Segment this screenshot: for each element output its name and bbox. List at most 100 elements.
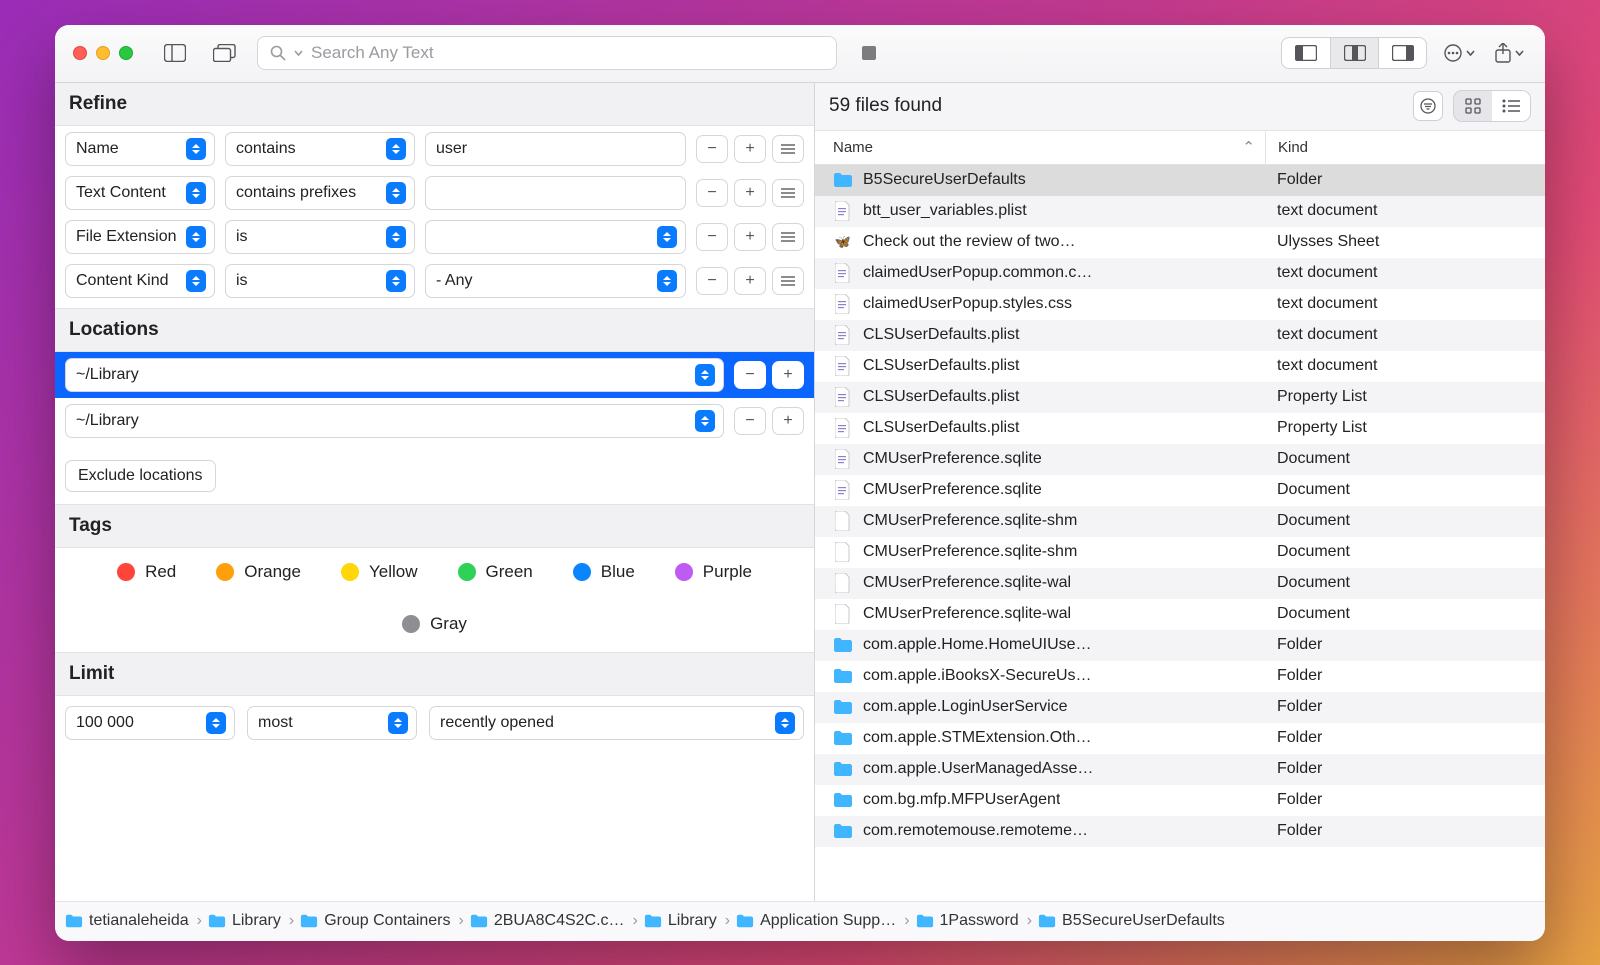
file-row[interactable]: CLSUserDefaults.plisttext document bbox=[815, 320, 1545, 351]
path-crumb[interactable]: Group Containers› bbox=[300, 912, 466, 930]
results-panel: 59 files found Name ⌃ bbox=[815, 83, 1545, 901]
file-row[interactable]: CLSUserDefaults.plistProperty List bbox=[815, 382, 1545, 413]
file-row[interactable]: com.remotemouse.remoteme…Folder bbox=[815, 816, 1545, 847]
file-row[interactable]: com.apple.iBooksX-SecureUs…Folder bbox=[815, 661, 1545, 692]
location-path-popup[interactable]: ~/Library bbox=[65, 404, 724, 438]
column-kind[interactable]: Kind bbox=[1265, 131, 1545, 164]
file-row[interactable]: CMUserPreference.sqlite-shmDocument bbox=[815, 537, 1545, 568]
remove-location-button[interactable] bbox=[734, 407, 766, 435]
close-window-button[interactable] bbox=[73, 46, 87, 60]
add-location-button[interactable] bbox=[772, 361, 804, 389]
filter-button[interactable] bbox=[1413, 91, 1443, 121]
path-crumb[interactable]: Library› bbox=[644, 912, 732, 930]
file-row[interactable]: com.apple.Home.HomeUIUse…Folder bbox=[815, 630, 1545, 661]
folder-icon bbox=[833, 170, 853, 190]
file-row[interactable]: CMUserPreference.sqlite-shmDocument bbox=[815, 506, 1545, 537]
remove-rule-button[interactable] bbox=[696, 179, 728, 207]
stop-button[interactable] bbox=[851, 37, 887, 69]
rule-value-input[interactable] bbox=[425, 176, 686, 210]
rule-menu-button[interactable] bbox=[772, 223, 804, 251]
rule-op-popup[interactable]: is bbox=[225, 264, 415, 298]
file-row[interactable]: com.apple.LoginUserServiceFolder bbox=[815, 692, 1545, 723]
tag-green[interactable]: Green bbox=[458, 562, 533, 582]
location-row[interactable]: ~/Library bbox=[55, 352, 814, 398]
add-rule-button[interactable] bbox=[734, 135, 766, 163]
file-row[interactable]: CMUserPreference.sqliteDocument bbox=[815, 444, 1545, 475]
rule-op-popup[interactable]: is bbox=[225, 220, 415, 254]
tags-header: Tags bbox=[55, 504, 814, 548]
file-row[interactable]: B5SecureUserDefaultsFolder bbox=[815, 165, 1545, 196]
remove-rule-button[interactable] bbox=[696, 135, 728, 163]
list-view-button[interactable] bbox=[1492, 91, 1530, 121]
add-rule-button[interactable] bbox=[734, 179, 766, 207]
rule-value-popup[interactable]: - Any bbox=[425, 264, 686, 298]
path-crumb[interactable]: 2BUA8C4S2C.c…› bbox=[470, 912, 640, 930]
tag-yellow[interactable]: Yellow bbox=[341, 562, 418, 582]
rule-op-popup[interactable]: contains bbox=[225, 132, 415, 166]
add-rule-button[interactable] bbox=[734, 223, 766, 251]
more-menu-button[interactable] bbox=[1441, 37, 1477, 69]
path-crumb[interactable]: Application Supp…› bbox=[736, 912, 911, 930]
tag-purple[interactable]: Purple bbox=[675, 562, 752, 582]
file-row[interactable]: claimedUserPopup.common.c…text document bbox=[815, 258, 1545, 289]
add-rule-button[interactable] bbox=[734, 267, 766, 295]
tag-red[interactable]: Red bbox=[117, 562, 176, 582]
file-row[interactable]: btt_user_variables.plisttext document bbox=[815, 196, 1545, 227]
file-row[interactable]: CLSUserDefaults.plisttext document bbox=[815, 351, 1545, 382]
limit-order-popup[interactable]: most bbox=[247, 706, 417, 740]
rule-op-popup[interactable]: contains prefixes bbox=[225, 176, 415, 210]
search-input[interactable] bbox=[311, 43, 824, 63]
rule-field-popup[interactable]: Name bbox=[65, 132, 215, 166]
zoom-window-button[interactable] bbox=[119, 46, 133, 60]
location-path-popup[interactable]: ~/Library bbox=[65, 358, 724, 392]
file-row[interactable]: claimedUserPopup.styles.csstext document bbox=[815, 289, 1545, 320]
toggle-sidebar-button[interactable] bbox=[157, 37, 193, 69]
icon-view-button[interactable] bbox=[1454, 91, 1492, 121]
rule-field-popup[interactable]: File Extension bbox=[65, 220, 215, 254]
layout-segmented-control[interactable] bbox=[1281, 37, 1427, 69]
file-row[interactable]: com.bg.mfp.MFPUserAgentFolder bbox=[815, 785, 1545, 816]
limit-by-popup[interactable]: recently opened bbox=[429, 706, 804, 740]
file-row[interactable]: CMUserPreference.sqlite-walDocument bbox=[815, 568, 1545, 599]
location-row[interactable]: ~/Library bbox=[55, 398, 814, 444]
rule-field-popup[interactable]: Content Kind bbox=[65, 264, 215, 298]
rule-field-popup[interactable]: Text Content bbox=[65, 176, 215, 210]
file-row[interactable]: CMUserPreference.sqliteDocument bbox=[815, 475, 1545, 506]
file-row[interactable]: com.apple.UserManagedAsse…Folder bbox=[815, 754, 1545, 785]
file-row[interactable]: CMUserPreference.sqlite-walDocument bbox=[815, 599, 1545, 630]
remove-rule-button[interactable] bbox=[696, 223, 728, 251]
path-crumb[interactable]: tetianaleheida› bbox=[65, 912, 204, 930]
remove-rule-button[interactable] bbox=[696, 267, 728, 295]
column-name[interactable]: Name ⌃ bbox=[815, 138, 1265, 156]
rule-value-input[interactable] bbox=[425, 132, 686, 166]
rule-menu-button[interactable] bbox=[772, 179, 804, 207]
windows-button[interactable] bbox=[207, 37, 243, 69]
rule-menu-button[interactable] bbox=[772, 135, 804, 163]
share-button[interactable] bbox=[1491, 37, 1527, 69]
rule-field-label: Text Content bbox=[76, 184, 166, 202]
limit-count-popup[interactable]: 100 000 bbox=[65, 706, 235, 740]
tag-orange[interactable]: Orange bbox=[216, 562, 301, 582]
layout-left-button[interactable] bbox=[1282, 38, 1330, 68]
path-crumb[interactable]: Library› bbox=[208, 912, 296, 930]
exclude-locations-button[interactable]: Exclude locations bbox=[65, 460, 216, 492]
remove-location-button[interactable] bbox=[734, 361, 766, 389]
path-crumb[interactable]: 1Password› bbox=[916, 912, 1034, 930]
file-kind: Ulysses Sheet bbox=[1277, 233, 1379, 250]
locations-list: ~/Library ~/Library bbox=[55, 352, 814, 452]
view-mode-toggle[interactable] bbox=[1453, 90, 1531, 122]
tag-blue[interactable]: Blue bbox=[573, 562, 635, 582]
file-list[interactable]: B5SecureUserDefaultsFolderbtt_user_varia… bbox=[815, 165, 1545, 901]
minimize-window-button[interactable] bbox=[96, 46, 110, 60]
file-row[interactable]: CLSUserDefaults.plistProperty List bbox=[815, 413, 1545, 444]
tag-gray[interactable]: Gray bbox=[402, 614, 467, 634]
add-location-button[interactable] bbox=[772, 407, 804, 435]
file-row[interactable]: com.apple.STMExtension.Oth…Folder bbox=[815, 723, 1545, 754]
path-crumb[interactable]: B5SecureUserDefaults bbox=[1038, 912, 1225, 930]
layout-right-button[interactable] bbox=[1378, 38, 1426, 68]
layout-center-button[interactable] bbox=[1330, 38, 1378, 68]
rule-menu-button[interactable] bbox=[772, 267, 804, 295]
file-row[interactable]: 🦋Check out the review of two…Ulysses She… bbox=[815, 227, 1545, 258]
rule-value-popup[interactable] bbox=[425, 220, 686, 254]
search-field[interactable] bbox=[257, 36, 837, 70]
